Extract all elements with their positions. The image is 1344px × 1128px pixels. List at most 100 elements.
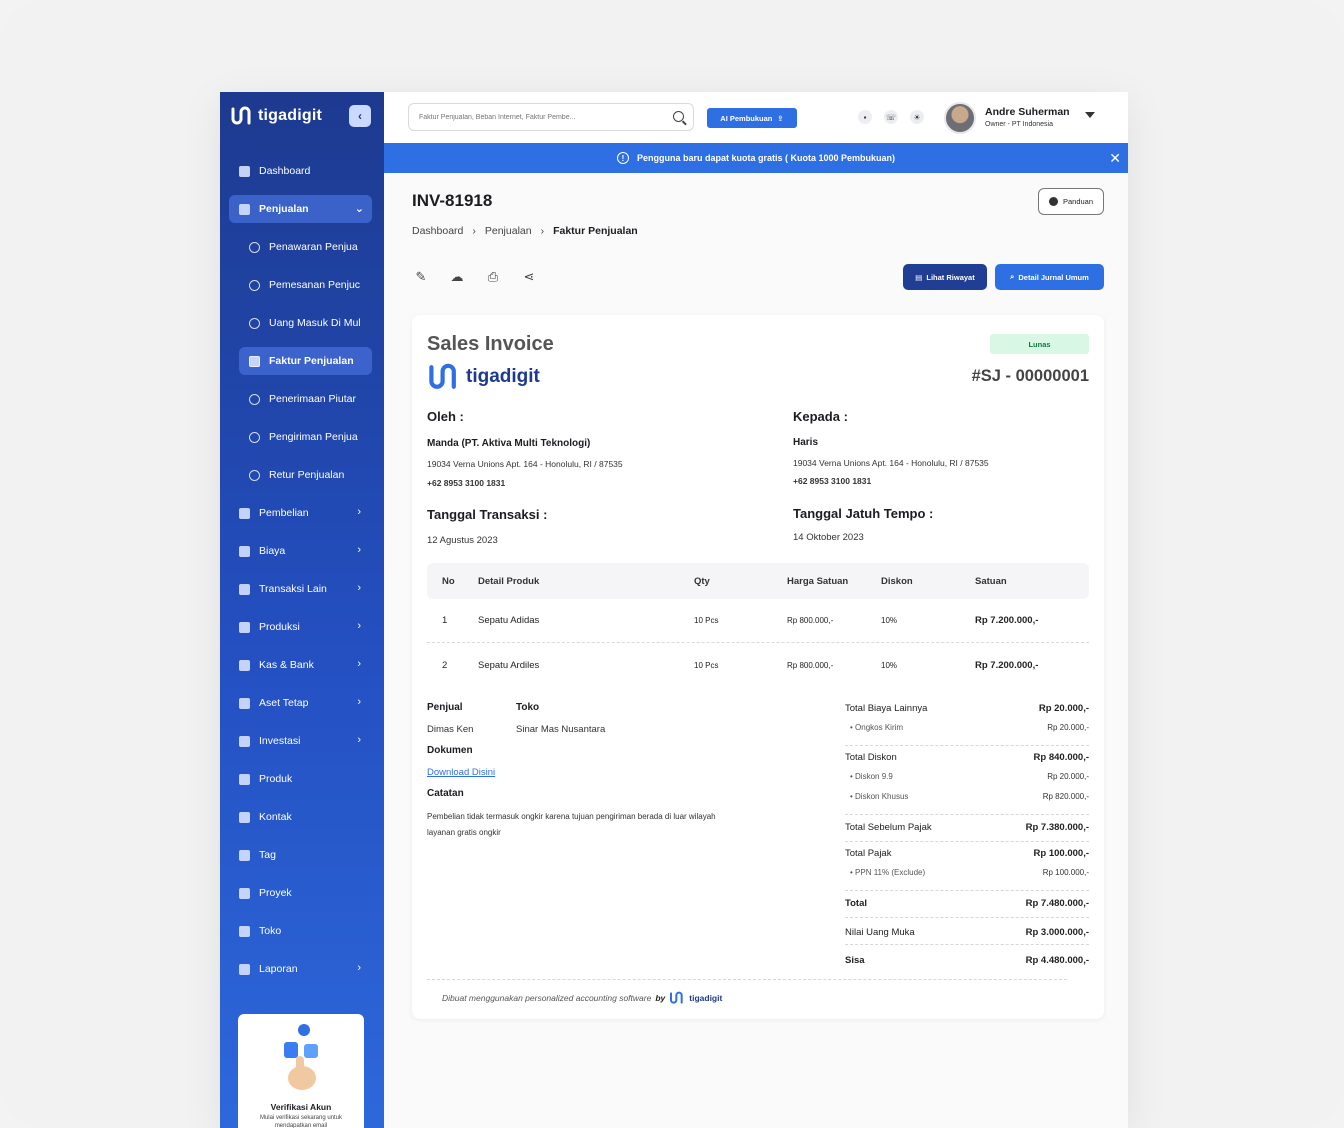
sidebar-item-pengiriman[interactable]: Pengiriman Penjua bbox=[220, 418, 384, 456]
trx-date: 12 Agustus 2023 bbox=[427, 535, 498, 546]
breadcrumb: Dashboard › Penjualan › Faktur Penjualan bbox=[412, 225, 638, 237]
sidebar-item-kontak[interactable]: Kontak bbox=[220, 798, 384, 836]
sidebar-item-investasi[interactable]: Investasi › bbox=[220, 722, 384, 760]
history-button[interactable]: ▤ Lihat Riwayat bbox=[903, 264, 987, 290]
sidebar-item-tag[interactable]: Tag bbox=[220, 836, 384, 874]
edit-icon[interactable]: ✎ bbox=[413, 269, 429, 285]
from-phone: +62 8953 3100 1831 bbox=[427, 478, 506, 488]
sidebar-item-dashboard[interactable]: Dashboard bbox=[220, 152, 384, 190]
summary-value: Rp 20.000,- bbox=[1047, 723, 1089, 732]
sidebar-item-label: Kontak bbox=[259, 811, 292, 823]
footer-divider bbox=[427, 979, 1067, 980]
sidebar-item-penerimaan-piutang[interactable]: Penerimaan Piutar bbox=[220, 380, 384, 418]
download-link[interactable]: Download Disini bbox=[427, 767, 495, 778]
sidebar-item-pemesanan[interactable]: Pemesanan Penjuc bbox=[220, 266, 384, 304]
sun-icon[interactable]: ☀ bbox=[910, 110, 924, 124]
cell-discount: 10% bbox=[881, 660, 898, 670]
ai-pembukuan-button[interactable]: AI Pembukuan ⇪ bbox=[707, 108, 797, 128]
sidebar-item-produksi[interactable]: Produksi › bbox=[220, 608, 384, 646]
summary-shipping: • Ongkos Kirim Rp 20.000,- bbox=[845, 719, 1089, 746]
cell-no: 1 bbox=[442, 615, 448, 626]
share-icon[interactable]: ⋖ bbox=[521, 269, 537, 285]
to-label: Kepada : bbox=[793, 409, 848, 424]
cell-qty: 10 Pcs bbox=[694, 660, 719, 670]
search-box[interactable] bbox=[408, 103, 694, 131]
to-name: Haris bbox=[793, 437, 819, 448]
summary-dp: Nilai Uang Muka Rp 3.000.000,- bbox=[845, 918, 1089, 945]
sidebar-item-kas-bank[interactable]: Kas & Bank › bbox=[220, 646, 384, 684]
store-label: Toko bbox=[516, 702, 540, 713]
collapse-sidebar-button[interactable]: ‹ bbox=[349, 105, 371, 127]
sidebar-item-uang-masuk[interactable]: Uang Masuk Di Mul bbox=[220, 304, 384, 342]
seller: Dimas Ken bbox=[427, 724, 474, 735]
summary-other: Total Biaya Lainnya Rp 20.000,- bbox=[845, 699, 1089, 719]
col-no: No bbox=[442, 575, 455, 587]
chevron-right-icon: › bbox=[540, 225, 545, 237]
sidebar-item-label: Dashboard bbox=[259, 165, 311, 177]
brand-logo[interactable]: tigadigit bbox=[230, 106, 322, 126]
chevron-down-icon: ⌄ bbox=[354, 203, 364, 215]
sidebar-item-penjualan[interactable]: Penjualan ⌄ bbox=[229, 195, 372, 223]
summary-value: Rp 20.000,- bbox=[1038, 703, 1089, 714]
invoice-number: #SJ - 00000001 bbox=[971, 367, 1089, 385]
sidebar-item-label: Produk bbox=[259, 773, 293, 785]
summary-disc1: • Diskon 9.9 Rp 20.000,- bbox=[845, 768, 1089, 788]
verify-desc: Mulai verifikasi sekarang untuk mendapat… bbox=[259, 1115, 343, 1128]
caret-down-icon[interactable] bbox=[1085, 112, 1095, 118]
sidebar-item-retur[interactable]: Retur Penjualan bbox=[220, 456, 384, 494]
brand-name: tigadigit bbox=[258, 107, 323, 124]
search-input[interactable] bbox=[419, 113, 669, 121]
sidebar-item-toko[interactable]: Toko bbox=[220, 912, 384, 950]
top-icons: ▪ ☏ ☀ bbox=[858, 110, 924, 124]
journal-button[interactable]: ⌕ Detail Jurnal Umum bbox=[995, 264, 1104, 290]
doc-label: Dokumen bbox=[427, 745, 473, 756]
sidebar-item-label: Toko bbox=[259, 925, 282, 937]
sidebar-item-aset-tetap[interactable]: Aset Tetap › bbox=[220, 684, 384, 722]
guide-button[interactable]: Panduan bbox=[1038, 188, 1104, 215]
close-icon[interactable]: ✕ bbox=[1109, 150, 1121, 167]
user-role: Owner - PT Indonesia bbox=[985, 121, 1053, 128]
sidebar-item-pembelian[interactable]: Pembelian › bbox=[220, 494, 384, 532]
sidebar-item-laporan[interactable]: Laporan › bbox=[220, 950, 384, 988]
search-icon[interactable] bbox=[673, 111, 684, 122]
sidebar-item-biaya[interactable]: Biaya › bbox=[220, 532, 384, 570]
chevron-right-icon: › bbox=[472, 225, 476, 237]
basket-icon bbox=[239, 507, 250, 519]
seller-label: Penjual bbox=[427, 702, 463, 713]
cart-icon bbox=[249, 279, 260, 291]
chevron-right-icon: › bbox=[357, 658, 361, 670]
sidebar-item-penawaran[interactable]: Penawaran Penjua bbox=[220, 228, 384, 266]
sidebar-item-transaksi-lain[interactable]: Transaksi Lain › bbox=[220, 570, 384, 608]
page-title: INV-81918 bbox=[412, 191, 493, 210]
cell-price: Rp 800.000,- bbox=[787, 660, 834, 670]
verification-illustration-icon bbox=[284, 1024, 318, 1090]
user-name[interactable]: Andre Suherman bbox=[985, 106, 1070, 118]
sidebar-item-label: Faktur Penjualan bbox=[269, 355, 354, 367]
breadcrumb-dashboard[interactable]: Dashboard bbox=[412, 225, 463, 237]
from-label: Oleh : bbox=[427, 409, 464, 424]
status-badge: Lunas bbox=[990, 334, 1089, 354]
phone-icon[interactable]: ☏ bbox=[884, 110, 898, 124]
store-icon bbox=[239, 925, 250, 937]
summary-ppn: • PPN 11% (Exclude) Rp 100.000,- bbox=[845, 864, 1089, 891]
sidebar-item-faktur-penjualan[interactable]: Faktur Penjualan bbox=[239, 347, 372, 375]
summary-label: • PPN 11% (Exclude) bbox=[850, 868, 926, 877]
print-icon[interactable]: ⎙ bbox=[485, 269, 501, 285]
avatar[interactable] bbox=[944, 102, 976, 134]
invoice-card: Sales Invoice tigadigit Lunas #SJ - 0000… bbox=[412, 315, 1104, 1019]
sidebar-item-produk[interactable]: Produk bbox=[220, 760, 384, 798]
verify-account-card[interactable]: Verifikasi Akun Mulai verifikasi sekaran… bbox=[238, 1014, 364, 1128]
folder-icon bbox=[239, 583, 250, 595]
dollar-icon bbox=[249, 317, 260, 329]
cloud-download-icon[interactable]: ☁ bbox=[449, 269, 465, 285]
table-row: 1 Sepatu Adidas 10 Pcs Rp 800.000,- 10% … bbox=[427, 599, 1089, 643]
history-button-label: Lihat Riwayat bbox=[926, 272, 975, 282]
sidebar-item-proyek[interactable]: Proyek bbox=[220, 874, 384, 912]
summary-value: Rp 20.000,- bbox=[1047, 772, 1089, 781]
sales-icon bbox=[239, 203, 250, 215]
summary-value: Rp 7.480.000,- bbox=[1025, 898, 1089, 909]
flag-icon[interactable]: ▪ bbox=[858, 110, 872, 124]
summary-label: Total Sebelum Pajak bbox=[845, 822, 932, 833]
return-icon bbox=[249, 469, 260, 481]
breadcrumb-penjualan[interactable]: Penjualan bbox=[485, 225, 532, 237]
